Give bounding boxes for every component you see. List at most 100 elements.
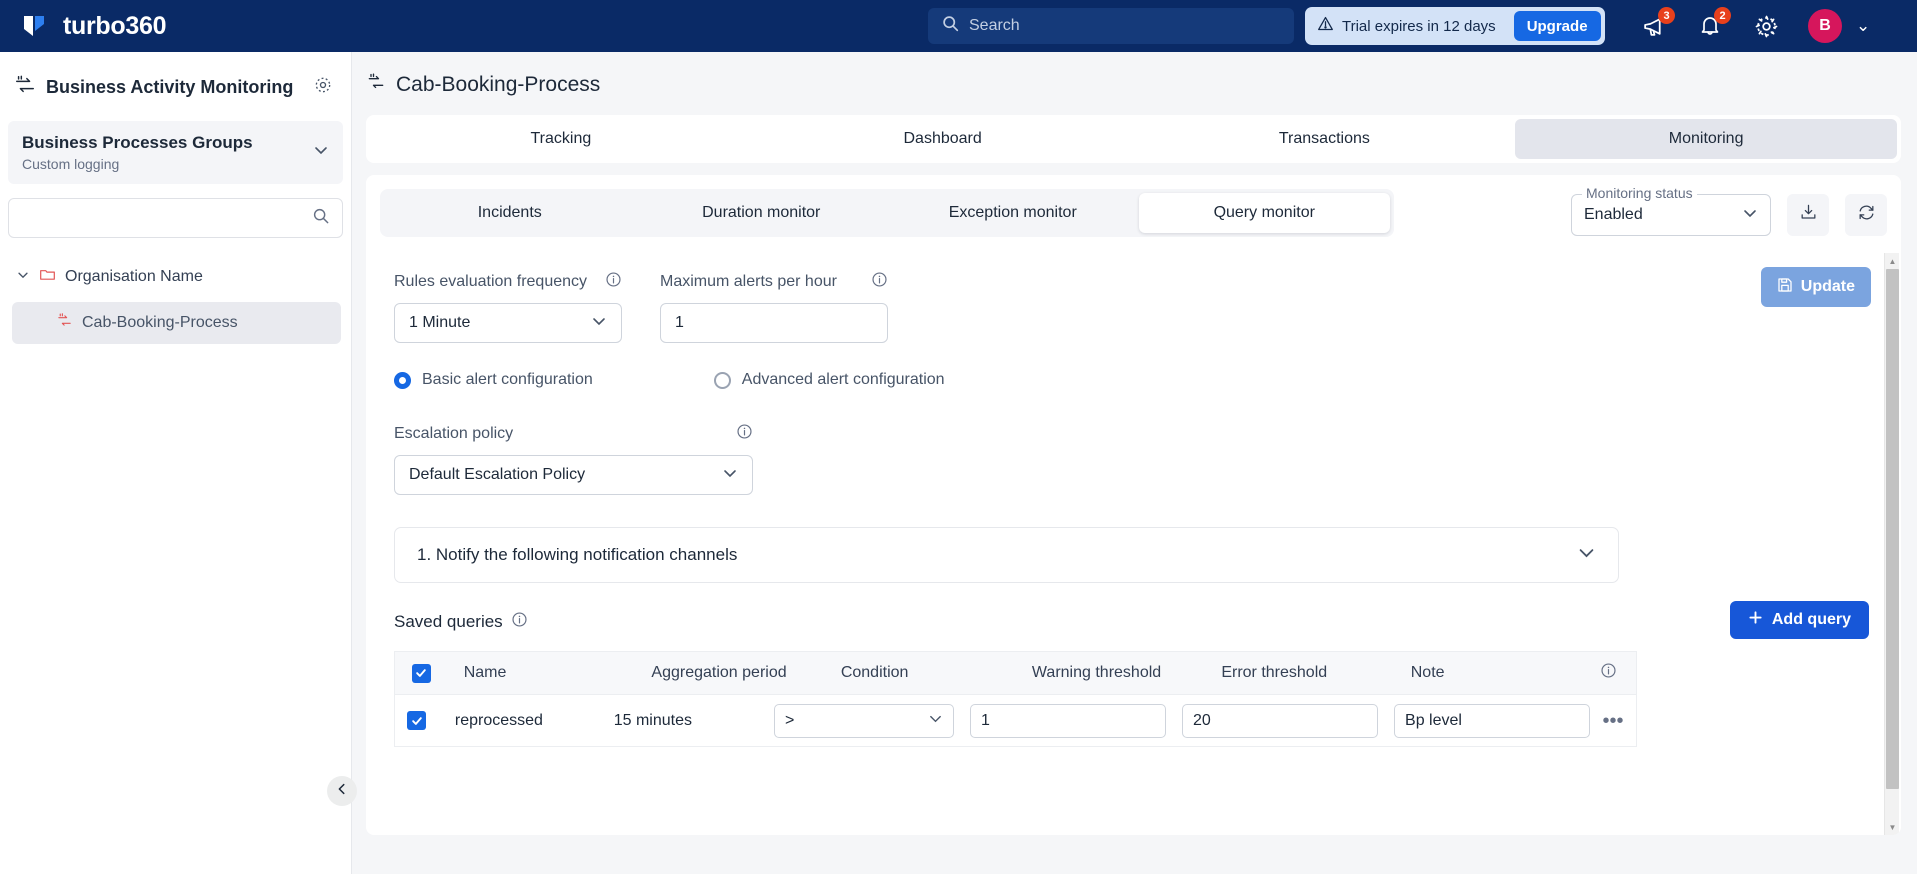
chevron-down-icon (928, 711, 943, 731)
notification-badge: 2 (1714, 7, 1731, 24)
left-sidebar: Business Activity Monitoring Business Pr… (0, 52, 352, 874)
column-header-aggregation-period[interactable]: Aggregation period (635, 664, 824, 682)
plus-icon (1748, 610, 1763, 630)
warning-triangle-icon (1317, 15, 1334, 37)
scroll-up-arrow-icon[interactable]: ▲ (1885, 253, 1900, 269)
chevron-down-icon (1577, 543, 1596, 567)
primary-tab-bar: Tracking Dashboard Transactions Monitori… (366, 115, 1901, 163)
accordion-title: 1. Notify the following notification cha… (417, 545, 738, 564)
info-icon[interactable] (511, 611, 528, 633)
tab-monitoring[interactable]: Monitoring (1515, 119, 1897, 159)
condition-value: > (785, 711, 795, 729)
rules-evaluation-frequency-select[interactable]: 1 Minute (394, 303, 622, 343)
warning-threshold-input[interactable]: 1 (970, 703, 1167, 738)
upgrade-button[interactable]: Upgrade (1513, 11, 1601, 41)
group-info: Business Processes Groups Custom logging (22, 133, 313, 172)
subtab-exception-monitor[interactable]: Exception monitor (887, 193, 1139, 233)
trial-banner: Trial expires in 12 days Upgrade (1305, 7, 1605, 45)
main-content: Cab-Booking-Process Tracking Dashboard T… (352, 52, 1917, 874)
monitor-sub-tab-bar: Incidents Duration monitor Exception mon… (380, 189, 1394, 237)
column-header-warning-threshold[interactable]: Warning threshold (1016, 664, 1205, 682)
column-header-name[interactable]: Name (448, 664, 636, 682)
chevron-down-icon (16, 268, 30, 287)
maximum-alerts-per-hour-group: Maximum alerts per hour 1 (660, 271, 888, 343)
panel-vertical-scrollbar[interactable]: ▲ ▼ (1884, 253, 1899, 835)
subtab-incidents[interactable]: Incidents (384, 193, 636, 233)
row-checkbox[interactable] (407, 711, 427, 730)
user-menu-chevron-down-icon[interactable]: ⌄ (1856, 16, 1870, 36)
saved-queries-table: Name Aggregation period Condition Warnin… (394, 651, 1637, 747)
select-all-checkbox[interactable] (411, 663, 431, 683)
rules-evaluation-frequency-label: Rules evaluation frequency (394, 273, 588, 290)
sidebar-item-cab-booking-process[interactable]: Cab-Booking-Process (12, 302, 341, 344)
error-threshold-input[interactable]: 20 (1182, 703, 1379, 738)
radio-basic-alert-configuration[interactable]: Basic alert configuration (394, 371, 593, 389)
refresh-button[interactable] (1845, 194, 1887, 236)
sidebar-tree: Organisation Name Cab-Booking-Process (0, 260, 351, 344)
column-header-actions (1581, 662, 1636, 684)
refresh-icon (1857, 203, 1876, 227)
row-checkbox-cell (395, 711, 439, 730)
condition-select[interactable]: > (774, 703, 955, 738)
alert-configuration-mode-radios: Basic alert configuration Advanced alert… (394, 371, 945, 389)
info-icon[interactable] (605, 271, 622, 293)
chevron-down-icon (1742, 205, 1758, 226)
cell-note: Bp level (1378, 703, 1591, 738)
brand[interactable]: turbo360 (0, 11, 352, 41)
notification-channels-accordion[interactable]: 1. Notify the following notification cha… (394, 527, 1619, 583)
turbo360-logo-icon (20, 11, 50, 41)
monitoring-status-select[interactable]: Monitoring status Enabled (1571, 185, 1771, 236)
monitoring-status-label: Monitoring status (1582, 185, 1697, 201)
scrollbar-thumb[interactable] (1886, 269, 1899, 789)
radio-advanced-label: Advanced alert configuration (741, 371, 945, 388)
column-header-note[interactable]: Note (1395, 664, 1581, 682)
topbar-icon-group: 3 2 B ⌄ (1640, 0, 1870, 52)
escalation-policy-select[interactable]: Default Escalation Policy (394, 455, 753, 495)
subtab-query-monitor[interactable]: Query monitor (1138, 193, 1390, 233)
process-flow-icon (366, 72, 386, 97)
cell-row-actions: ••• (1590, 711, 1636, 731)
tab-transactions[interactable]: Transactions (1134, 119, 1516, 159)
page-title: Cab-Booking-Process (352, 52, 1917, 97)
monitoring-status-value: Enabled (1584, 206, 1643, 223)
tree-node-organisation[interactable]: Organisation Name (0, 260, 351, 294)
row-more-options-icon[interactable]: ••• (1603, 711, 1624, 731)
sidebar-collapse-button[interactable] (327, 776, 357, 806)
download-button[interactable] (1787, 194, 1829, 236)
search-icon (942, 15, 959, 37)
tab-tracking[interactable]: Tracking (370, 119, 752, 159)
tab-dashboard[interactable]: Dashboard (752, 119, 1134, 159)
note-input[interactable]: Bp level (1394, 703, 1591, 738)
add-query-button[interactable]: Add query (1729, 601, 1869, 639)
process-flow-icon (56, 312, 73, 334)
table-header-row: Name Aggregation period Condition Warnin… (394, 651, 1637, 695)
info-icon[interactable] (1600, 662, 1617, 684)
info-icon[interactable] (871, 271, 888, 293)
update-button[interactable]: Update (1760, 267, 1871, 307)
user-avatar[interactable]: B (1808, 9, 1842, 43)
subtab-duration-monitor[interactable]: Duration monitor (636, 193, 888, 233)
saved-queries-header: Saved queries (394, 611, 528, 633)
global-search-input[interactable]: Search (928, 8, 1294, 44)
settings-gear-button[interactable] (1752, 12, 1780, 40)
organisation-label: Organisation Name (65, 268, 203, 285)
table-row: reprocessed 15 minutes > 1 20 Bp level •… (394, 695, 1637, 747)
add-query-label: Add query (1771, 611, 1851, 628)
save-disk-icon (1777, 277, 1793, 298)
announcements-button[interactable]: 3 (1640, 7, 1675, 40)
info-icon[interactable] (736, 423, 753, 445)
sidebar-search-icon (312, 207, 330, 230)
business-process-group-selector[interactable]: Business Processes Groups Custom logging (8, 121, 343, 184)
chevron-down-icon (591, 313, 607, 334)
column-header-condition[interactable]: Condition (825, 664, 1016, 682)
maximum-alerts-per-hour-input[interactable]: 1 (660, 303, 888, 343)
scroll-down-arrow-icon[interactable]: ▼ (1885, 819, 1900, 835)
sidebar-settings-gear-icon[interactable] (313, 75, 333, 100)
activity-monitoring-icon (14, 74, 36, 101)
monitoring-panel: Incidents Duration monitor Exception mon… (366, 175, 1901, 835)
sidebar-search-input[interactable] (8, 198, 343, 238)
column-header-error-threshold[interactable]: Error threshold (1205, 664, 1394, 682)
notifications-button[interactable]: 2 (1696, 7, 1731, 40)
radio-advanced-alert-configuration[interactable]: Advanced alert configuration (713, 371, 945, 389)
update-button-label: Update (1800, 278, 1855, 295)
